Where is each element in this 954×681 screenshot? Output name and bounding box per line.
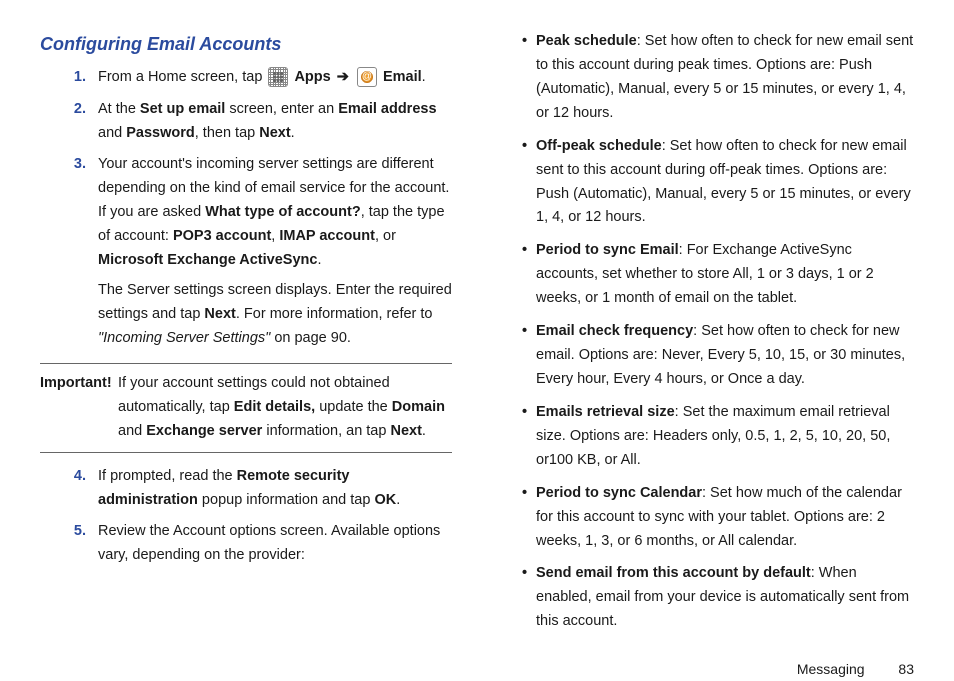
step-3: Your account's incoming server settings … (90, 153, 452, 350)
step-text: . (317, 252, 321, 268)
footer-page-number: 83 (898, 661, 914, 677)
step-text: screen, enter an (225, 101, 338, 117)
option-title: Peak schedule (536, 33, 637, 49)
step-1: From a Home screen, tap Apps ➔ Email. (90, 66, 452, 90)
option-title: Period to sync Email (536, 242, 679, 258)
step-text: popup information and tap (198, 492, 375, 508)
step-5: Review the Account options screen. Avail… (90, 520, 452, 568)
step-text: on page 90. (270, 330, 351, 346)
list-item: Period to sync Email: For Exchange Activ… (522, 239, 914, 311)
bold-text: POP3 account (173, 228, 271, 244)
step-text: If prompted, read the (98, 468, 237, 484)
step-text: . (291, 125, 295, 141)
step-text: . (396, 492, 400, 508)
step-4: If prompted, read the Remote security ad… (90, 465, 452, 513)
bold-text: Edit details, (234, 399, 315, 415)
page-footer: Messaging 83 (40, 658, 914, 681)
left-column: Configuring Email Accounts From a Home s… (40, 30, 452, 643)
step-text: From a Home screen, tap (98, 69, 266, 85)
bold-text: Exchange server (146, 423, 262, 439)
apps-label: Apps (294, 69, 330, 85)
step-text: , or (375, 228, 396, 244)
bold-text: IMAP account (279, 228, 375, 244)
options-list: Peak schedule: Set how often to check fo… (502, 30, 914, 634)
option-title: Off-peak schedule (536, 138, 662, 154)
note-text: update the (315, 399, 392, 415)
bold-text: Password (126, 125, 195, 141)
email-icon (357, 67, 377, 87)
bold-text: Email address (338, 101, 436, 117)
step-text: and (98, 125, 126, 141)
option-title: Period to sync Calendar (536, 485, 702, 501)
bold-text: Microsoft Exchange ActiveSync (98, 252, 317, 268)
option-title: Emails retrieval size (536, 404, 675, 420)
email-label: Email (383, 69, 422, 85)
step-2: At the Set up email screen, enter an Ema… (90, 98, 452, 146)
step-text: Review the Account options screen. Avail… (98, 523, 440, 563)
bold-text: Next (259, 125, 290, 141)
note-text: . (422, 423, 426, 439)
italic-text: "Incoming Server Settings" (98, 330, 270, 346)
steps-list-2: If prompted, read the Remote security ad… (40, 465, 452, 569)
list-item: Period to sync Calendar: Set how much of… (522, 482, 914, 554)
bold-text: What type of account? (205, 204, 360, 220)
option-title: Email check frequency (536, 323, 693, 339)
list-item: Send email from this account by default:… (522, 562, 914, 634)
bold-text: OK (374, 492, 396, 508)
bold-text: Next (204, 306, 235, 322)
footer-section: Messaging (797, 661, 865, 677)
apps-icon (268, 67, 288, 87)
arrow-icon: ➔ (337, 69, 349, 85)
bold-text: Set up email (140, 101, 225, 117)
note-text: information, an tap (262, 423, 390, 439)
step-text: , then tap (195, 125, 260, 141)
bold-text: Next (390, 423, 421, 439)
note-text: and (118, 423, 146, 439)
step-3-para2: The Server settings screen displays. Ent… (98, 279, 452, 351)
important-body: If your account settings could not obtai… (118, 372, 452, 444)
list-item: Emails retrieval size: Set the maximum e… (522, 401, 914, 473)
right-column: Peak schedule: Set how often to check fo… (502, 30, 914, 643)
section-heading: Configuring Email Accounts (40, 30, 452, 60)
steps-list: From a Home screen, tap Apps ➔ Email. At… (40, 66, 452, 351)
step-text: . For more information, refer to (236, 306, 433, 322)
list-item: Off-peak schedule: Set how often to chec… (522, 135, 914, 231)
step-text: At the (98, 101, 140, 117)
bold-text: Domain (392, 399, 445, 415)
option-title: Send email from this account by default (536, 565, 811, 581)
important-note: Important! If your account settings coul… (40, 363, 452, 453)
page-columns: Configuring Email Accounts From a Home s… (40, 30, 914, 643)
list-item: Peak schedule: Set how often to check fo… (522, 30, 914, 126)
important-label: Important! (40, 372, 112, 396)
list-item: Email check frequency: Set how often to … (522, 320, 914, 392)
step-text: . (422, 69, 426, 85)
